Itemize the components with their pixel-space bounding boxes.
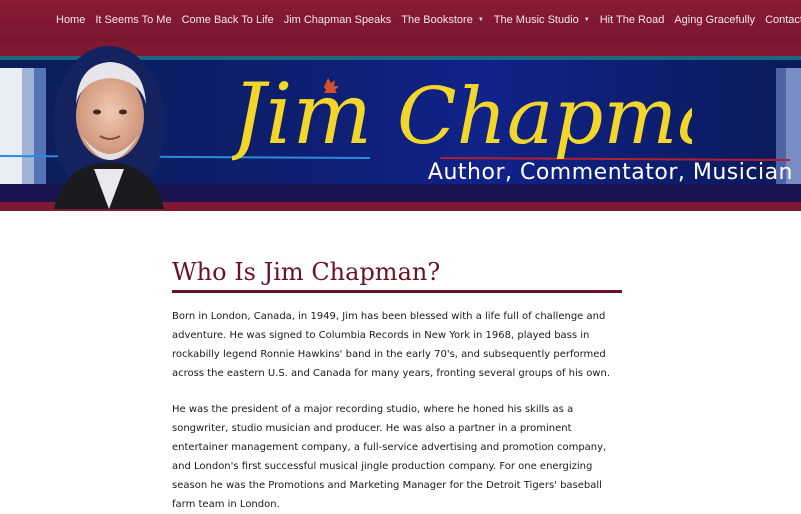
nav-item-label: Contact bbox=[765, 14, 801, 26]
logo-first-name: Jim bbox=[232, 65, 372, 163]
site-tagline: Author, Commentator, Musician bbox=[427, 160, 793, 185]
author-portrait bbox=[53, 46, 165, 209]
site-logo: Jim Chapman bbox=[232, 65, 692, 163]
nav-menu: Home It Seems To Me Come Back To Life Jim C… bbox=[56, 14, 801, 26]
nav-item-label: It Seems To Me bbox=[95, 14, 172, 26]
nav-item-contact[interactable]: Contact bbox=[765, 14, 801, 26]
nav-item-hit-the-road[interactable]: Hit The Road bbox=[600, 14, 665, 26]
nav-item-the-music-studio[interactable]: The Music Studio ▼ bbox=[494, 14, 590, 26]
nav-item-label: Aging Gracefully bbox=[674, 14, 756, 26]
dropdown-caret-icon: ▼ bbox=[477, 17, 484, 23]
nav-item-it-seems-to-me[interactable]: It Seems To Me bbox=[95, 14, 171, 26]
dropdown-caret-icon: ▼ bbox=[583, 17, 590, 23]
nav-item-jim-chapman-speaks[interactable]: Jim Chapman Speaks bbox=[284, 14, 392, 26]
main-navigation: Home It Seems To Me Come Back To Life Jim C… bbox=[0, 0, 801, 42]
nav-item-home[interactable]: Home bbox=[56, 14, 85, 26]
nav-item-label: The Bookstore bbox=[401, 14, 473, 26]
nav-item-come-back-to-life[interactable]: Come Back To Life bbox=[182, 14, 274, 26]
bio-paragraph-2: He was the president of a major recordin… bbox=[172, 404, 607, 510]
page-title: Who Is Jim Chapman? bbox=[172, 258, 622, 293]
main-content: Who Is Jim Chapman? Born in London, Cana… bbox=[172, 258, 622, 514]
nav-item-label: Jim Chapman Speaks bbox=[283, 14, 392, 26]
nav-item-the-bookstore[interactable]: The Bookstore ▼ bbox=[401, 14, 484, 26]
nav-item-label: Come Back To Life bbox=[181, 14, 274, 26]
banner-light-panel bbox=[22, 68, 34, 188]
logo-last-name: Chapman bbox=[397, 72, 692, 162]
nav-item-label: Home bbox=[56, 14, 86, 26]
nav-item-label: The Music Studio bbox=[493, 14, 579, 26]
nav-item-aging-gracefully[interactable]: Aging Gracefully bbox=[674, 14, 755, 26]
banner-light-panel bbox=[0, 68, 22, 188]
nav-item-label: Hit The Road bbox=[599, 14, 665, 26]
bio-paragraph-1: Born in London, Canada, in 1949, Jim has… bbox=[172, 311, 611, 379]
